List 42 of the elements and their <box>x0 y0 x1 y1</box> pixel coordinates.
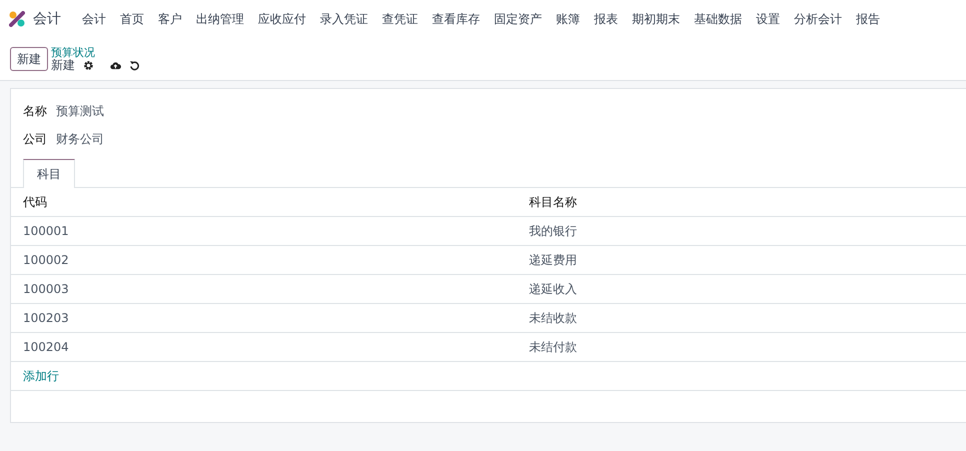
field-label: 公司 <box>23 130 48 148</box>
breadcrumb-link[interactable]: 预算状况 <box>51 46 140 59</box>
menu-item[interactable]: 首页 <box>113 10 151 28</box>
table-cell: 递延费用 <box>517 246 966 274</box>
table-cell: 100204 <box>11 332 517 362</box>
menu-item[interactable]: 账簿 <box>549 10 587 28</box>
table-cell: 100203 <box>11 304 517 332</box>
table-cell: 未结收款 <box>517 304 966 332</box>
app-logo-icon[interactable] <box>9 11 25 27</box>
app-name: 会计 <box>33 10 61 28</box>
menu-item[interactable]: 查看库存 <box>425 10 487 28</box>
menu-item[interactable]: 报告 <box>849 10 887 28</box>
record-title: 新建 <box>51 59 75 72</box>
menu-item[interactable]: 基础数据 <box>687 10 749 28</box>
table-cell: 未结付款 <box>517 332 966 362</box>
field-value: 预算测试 <box>56 102 104 120</box>
menu-item[interactable]: 应收应付 <box>251 10 313 28</box>
column-header: 代码 <box>11 188 517 216</box>
table-cell: 100001 <box>11 216 517 246</box>
menu-item[interactable]: 固定资产 <box>487 10 549 28</box>
field-value: 财务公司 <box>56 130 104 148</box>
table-cell: 递延收入 <box>517 274 966 304</box>
tab[interactable]: 科目 <box>23 159 75 188</box>
menu-item[interactable]: 录入凭证 <box>313 10 375 28</box>
cloud-upload-icon[interactable] <box>110 60 121 71</box>
discard-icon[interactable] <box>129 60 140 71</box>
menu-item[interactable]: 会计 <box>75 10 113 28</box>
new-button[interactable]: 新建 <box>10 47 48 71</box>
menu-item[interactable]: 设置 <box>749 10 787 28</box>
menu-item[interactable]: 出纳管理 <box>189 10 251 28</box>
table-cell: 100002 <box>11 246 517 274</box>
menu-item[interactable]: 报表 <box>587 10 625 28</box>
table-cell: 我的银行 <box>517 216 966 246</box>
settings-icon[interactable] <box>83 60 94 71</box>
table-cell: 100003 <box>11 274 517 304</box>
menu-item[interactable]: 查凭证 <box>375 10 425 28</box>
field-label: 名称 <box>23 102 48 120</box>
add-line-link[interactable]: 添加行 <box>23 368 59 382</box>
menu-item[interactable]: 期初期末 <box>625 10 687 28</box>
menu-item[interactable]: 客户 <box>151 10 189 28</box>
column-header: 科目名称 <box>517 188 966 216</box>
menu-item[interactable]: 分析会计 <box>787 10 849 28</box>
